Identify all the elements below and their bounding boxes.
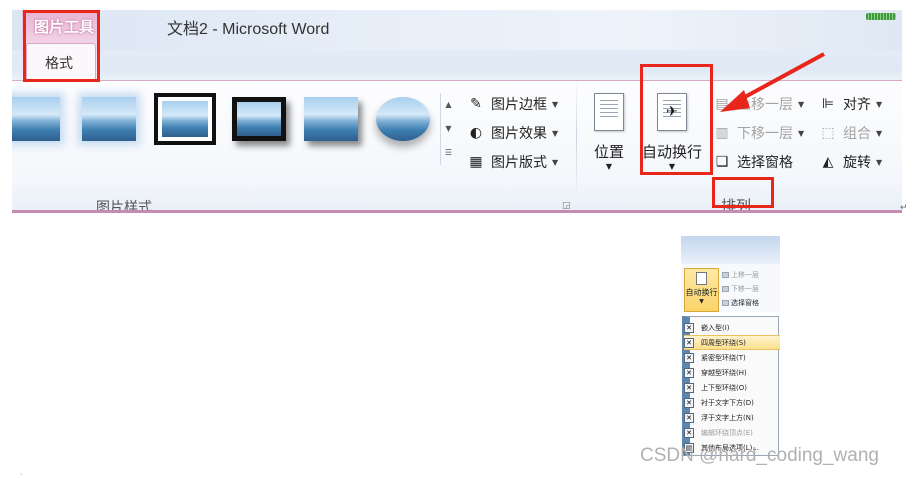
scroll-down-icon[interactable]: ▼ — [441, 117, 456, 141]
menu-item-label: 穿越型环绕(H) — [701, 368, 747, 377]
style-thumbnail[interactable] — [12, 97, 60, 141]
chevron-down-icon: ▼ — [798, 128, 805, 138]
selection-pane-icon: ❏ — [715, 154, 729, 170]
bring-forward-mini-label: 上移一层 — [731, 271, 759, 279]
wrap-points-icon: ✕ — [684, 427, 694, 438]
chevron-down-icon: ▼ — [552, 128, 559, 138]
wrap-option-icon: ✕ — [684, 367, 694, 378]
wrap-text-icon — [696, 272, 707, 285]
effects-icon: ◐ — [469, 125, 483, 141]
rotate-button[interactable]: ◭ 旋转 ▼ — [818, 150, 883, 174]
wrap-text-label: 自动换行 — [685, 288, 718, 297]
send-backward-icon — [722, 286, 729, 292]
picture-layout-label: 图片版式 — [491, 155, 547, 171]
wrap-text-button-active[interactable]: 自动换行 ▼ — [684, 268, 719, 312]
group-label: 组合 — [843, 126, 871, 142]
wrap-text-dropdown-screenshot: 自动换行 ▼ 上移一层 下移一层 选择窗格 ✕ 嵌入型(I) ✕ 四周型环绕(S) … — [681, 236, 780, 458]
gallery-more-icon[interactable]: ☰ — [441, 141, 456, 165]
group-button[interactable]: ⬚ 组合 ▼ — [818, 121, 882, 145]
align-label: 对齐 — [843, 97, 871, 113]
chevron-down-icon: ▼ — [699, 298, 704, 305]
style-thumbnail[interactable] — [304, 97, 358, 141]
picture-border-button[interactable]: ✎ 图片边框 ▼ — [466, 92, 558, 116]
selection-pane-mini[interactable]: 选择窗格 — [722, 298, 759, 308]
selection-pane-icon — [722, 300, 729, 306]
chevron-down-icon: ▼ — [605, 162, 613, 171]
menu-item-edit-wrap-points[interactable]: ✕ 编辑环绕顶点(E) — [684, 425, 780, 440]
selection-pane-button[interactable]: ❏ 选择窗格 — [712, 150, 793, 174]
wrap-option-icon: ✕ — [684, 337, 694, 348]
menu-item-label: 编辑环绕顶点(E) — [701, 428, 753, 437]
gallery-scrollbar[interactable]: ▲ ▼ ☰ — [440, 93, 456, 165]
watermark: CSDN @hard_coding_wang — [640, 445, 879, 466]
menu-item-top-bottom[interactable]: ✕ 上下型环绕(O) — [684, 380, 780, 395]
page-dot: · — [20, 470, 23, 478]
window-status-icon — [866, 13, 896, 20]
style-thumbnail[interactable] — [154, 93, 216, 145]
paragraph-mark-icon: ↵ — [900, 203, 908, 213]
wrap-option-icon: ✕ — [684, 412, 694, 423]
bring-forward-mini[interactable]: 上移一层 — [722, 270, 759, 280]
annotation-box-picture-tools — [23, 10, 100, 82]
send-backward-mini-label: 下移一层 — [731, 285, 759, 293]
pencil-border-icon: ✎ — [470, 96, 482, 112]
wrap-option-icon: ✕ — [684, 352, 694, 363]
menu-item-tight[interactable]: ✕ 紧密型环绕(T) — [684, 350, 780, 365]
menu-item-in-front-of-text[interactable]: ✕ 浮于文字上方(N) — [684, 410, 780, 425]
rotate-label: 旋转 — [843, 155, 871, 171]
send-backward-icon: ▥ — [715, 125, 729, 141]
picture-effects-button[interactable]: ◐ 图片效果 ▼ — [466, 121, 558, 145]
chevron-down-icon: ▼ — [876, 157, 883, 167]
annotation-box-arrange — [712, 177, 774, 208]
picture-effects-label: 图片效果 — [491, 126, 547, 142]
menu-item-label: 嵌入型(I) — [701, 323, 730, 332]
picture-layout-button[interactable]: ▦ 图片版式 ▼ — [466, 150, 558, 174]
style-thumbnail[interactable] — [232, 97, 286, 141]
chevron-down-icon: ▼ — [876, 128, 883, 138]
ribbon-bottom-border — [12, 210, 902, 213]
scroll-up-icon[interactable]: ▲ — [441, 93, 456, 117]
wrap-option-icon: ✕ — [684, 382, 694, 393]
group-icon: ⬚ — [821, 125, 835, 141]
wrap-text-menu: ✕ 嵌入型(I) ✕ 四周型环绕(S) ✕ 紧密型环绕(T) ✕ 穿越型环绕(H) ✕ 上… — [682, 316, 780, 456]
send-backward-mini[interactable]: 下移一层 — [722, 284, 759, 294]
menu-item-behind-text[interactable]: ✕ 衬于文字下方(D) — [684, 395, 780, 410]
dropdown-header-strip — [681, 236, 780, 264]
chevron-down-icon: ▼ — [552, 99, 559, 109]
menu-item-label: 四周型环绕(S) — [701, 338, 746, 347]
chevron-down-icon: ▼ — [552, 157, 559, 167]
menu-item-square[interactable]: ✕ 四周型环绕(S) — [684, 335, 780, 350]
style-thumbnail[interactable] — [376, 97, 430, 141]
wrap-option-icon: ✕ — [684, 322, 694, 333]
position-label: 位置 — [594, 143, 625, 161]
selection-pane-mini-label: 选择窗格 — [731, 299, 759, 307]
menu-item-label: 紧密型环绕(T) — [701, 353, 746, 362]
selection-pane-label: 选择窗格 — [737, 155, 793, 171]
group-separator — [576, 78, 577, 198]
send-backward-button[interactable]: ▥ 下移一层 ▼ — [712, 121, 804, 145]
send-backward-label: 下移一层 — [737, 126, 793, 142]
menu-item-through[interactable]: ✕ 穿越型环绕(H) — [684, 365, 780, 380]
document-title: 文档2 - Microsoft Word — [167, 21, 330, 38]
title-bar: 文档2 - Microsoft Word — [12, 10, 902, 50]
position-icon — [594, 93, 624, 131]
annotation-arrow-icon — [720, 52, 825, 112]
bring-forward-icon — [722, 272, 729, 278]
layout-icon: ▦ — [469, 154, 483, 170]
rotate-icon: ◭ — [822, 154, 834, 170]
menu-item-label: 浮于文字上方(N) — [701, 413, 754, 422]
chevron-down-icon: ▼ — [876, 99, 883, 109]
position-button[interactable]: 位置 ▼ — [594, 93, 624, 171]
menu-item-label: 衬于文字下方(D) — [701, 398, 754, 407]
wrap-option-icon: ✕ — [684, 397, 694, 408]
menu-item-label: 上下型环绕(O) — [701, 383, 747, 392]
picture-border-label: 图片边框 — [491, 97, 547, 113]
menu-item-inline[interactable]: ✕ 嵌入型(I) — [684, 320, 780, 335]
style-thumbnail[interactable] — [82, 97, 136, 141]
